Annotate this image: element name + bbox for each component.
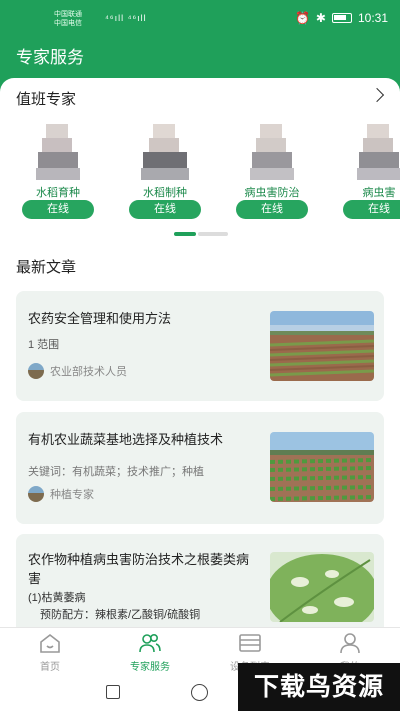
expert-name: 病虫害 xyxy=(362,187,396,199)
article-card[interactable]: 农作物种植病虫害防治技术之根萎类病害 (1)枯黄萎病 预防配方：辣根素/乙酸铜/… xyxy=(16,534,384,630)
expert-avatar xyxy=(246,124,298,180)
article-card[interactable]: 有机农业蔬菜基地选择及种植技术 关键词：有机蔬菜；技术推广；种植 种植专家 xyxy=(16,412,384,524)
expert-card[interactable]: 水稻育种 在线 xyxy=(20,120,96,220)
alarm-icon: ⏰ xyxy=(294,11,310,25)
article-thumbnail xyxy=(270,432,374,502)
author-name: 种植专家 xyxy=(50,489,94,501)
main-content: 值班专家 水稻育种 在线 水稻制种 在线 病虫害防治 在线 病虫害 在线 最新文… xyxy=(0,78,400,630)
expert-card[interactable]: 病虫害 在线 xyxy=(341,120,400,220)
carrier-2: 中国电信 xyxy=(54,20,82,27)
experts-icon xyxy=(139,633,161,653)
tab-home[interactable]: 首页 xyxy=(0,628,100,674)
carousel-indicator-active xyxy=(174,232,196,236)
article-excerpt-2: 预防配方：辣根素/乙酸铜/硫酸铜 xyxy=(40,609,201,621)
carousel-indicator-track xyxy=(198,232,228,236)
article-excerpt: 1 范围 xyxy=(28,339,60,351)
signal-icon: ⁴⁶ıll ⁴⁶ıll xyxy=(105,13,147,23)
author-name: 农业部技术人员 xyxy=(50,366,127,378)
home-icon xyxy=(40,633,60,653)
expert-avatar xyxy=(353,124,400,180)
carrier-1: 中国联通 xyxy=(54,11,82,18)
status-time: 10:31 xyxy=(357,11,388,25)
expert-name: 水稻制种 xyxy=(143,187,187,199)
expert-name: 水稻育种 xyxy=(36,187,80,199)
tab-home-label: 首页 xyxy=(40,662,60,673)
article-title: 有机农业蔬菜基地选择及种植技术 xyxy=(28,432,224,447)
home-nav-icon[interactable] xyxy=(191,684,208,701)
article-author: 农业部技术人员 xyxy=(28,363,127,379)
device-list-icon xyxy=(239,634,261,652)
expert-status-badge[interactable]: 在线 xyxy=(129,200,201,219)
page-title: 专家服务 xyxy=(16,48,84,67)
expert-status-badge[interactable]: 在线 xyxy=(343,200,400,219)
expert-card[interactable]: 病虫害防治 在线 xyxy=(234,120,310,220)
recent-apps-icon[interactable] xyxy=(106,685,120,699)
duty-experts-header[interactable]: 值班专家 xyxy=(16,87,385,108)
latest-articles-title: 最新文章 xyxy=(16,259,77,276)
article-thumbnail xyxy=(270,552,374,622)
battery-icon xyxy=(331,13,352,23)
article-title: 农作物种植病虫害防治技术之根萎类病害 xyxy=(28,552,250,586)
status-right: ⏰ ✱ 10:31 xyxy=(295,11,388,25)
chevron-right-icon[interactable] xyxy=(369,87,385,103)
tab-experts[interactable]: 专家服务 xyxy=(100,628,200,674)
tab-experts-label: 专家服务 xyxy=(130,662,170,673)
app-header: 专家服务 xyxy=(0,36,400,80)
expert-status-badge[interactable]: 在线 xyxy=(22,200,94,219)
watermark: 下载鸟资源 xyxy=(238,663,400,711)
author-avatar-icon xyxy=(28,363,44,379)
carousel-indicator xyxy=(174,232,230,236)
article-title: 农药安全管理和使用方法 xyxy=(28,311,172,326)
duty-experts-title: 值班专家 xyxy=(16,91,77,108)
expert-carousel[interactable]: 水稻育种 在线 水稻制种 在线 病虫害防治 在线 病虫害 在线 xyxy=(0,120,400,230)
article-thumbnail xyxy=(270,311,374,381)
expert-avatar xyxy=(139,124,191,180)
status-bar: 中国联通 中国电信 ⁴⁶ıll ⁴⁶ıll ⏰ ✱ 10:31 xyxy=(0,0,400,36)
user-icon xyxy=(340,633,360,654)
article-author: 种植专家 xyxy=(28,486,94,502)
article-excerpt: 关键词：有机蔬菜；技术推广；种植 xyxy=(28,466,204,478)
carrier-info: 中国联通 中国电信 xyxy=(54,10,82,28)
expert-card[interactable]: 水稻制种 在线 xyxy=(127,120,203,220)
article-excerpt: (1)枯黄萎病 xyxy=(28,592,86,604)
expert-avatar xyxy=(32,124,84,180)
expert-name: 病虫害防治 xyxy=(244,187,300,199)
author-avatar-icon xyxy=(28,486,44,502)
bluetooth-icon: ✱ xyxy=(315,11,326,25)
expert-status-badge[interactable]: 在线 xyxy=(236,200,308,219)
article-card[interactable]: 农药安全管理和使用方法 1 范围 农业部技术人员 xyxy=(16,291,384,401)
